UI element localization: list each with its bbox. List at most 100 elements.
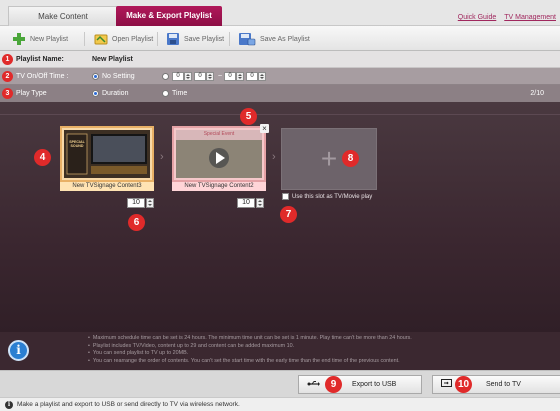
use-tv-slot-checkbox[interactable] [282,193,289,200]
send-tv-label: Send to TV [486,381,521,388]
info-icon: i [5,400,13,409]
on-hour-field[interactable]: 0 [172,71,184,81]
marker-1: 1 [2,53,13,65]
no-setting-radio[interactable] [92,72,99,80]
action-bar: 9 Export to USB 10 Send to TV [0,370,560,397]
marker-8: 8 [342,150,359,167]
playlist-slot-1[interactable]: SPECIAL SOUND New TVSignage Content3 [60,126,154,191]
duration-field[interactable]: 10 [127,198,145,208]
playlist-area: 4 SPECIAL SOUND New TVSignage Content3 › [0,102,560,332]
save-disk-icon [166,32,180,46]
duration-spinner[interactable] [256,198,264,208]
close-icon[interactable]: × [260,124,269,133]
add-content-slot[interactable]: + [281,128,377,190]
tab-make-export-playlist[interactable]: Make & Export Playlist [116,6,222,26]
tv-onoff-label: TV On/Off Time : [16,72,69,80]
thumbnail-title: Special Event [203,131,235,137]
quick-guide-link[interactable]: Quick Guide [458,14,497,21]
save-playlist-label: Save Playlist [184,35,225,43]
slot-thumbnail-frame: SPECIAL SOUND [60,126,154,182]
divider [0,114,560,115]
toolbar-divider [229,32,230,46]
time-setting-radio[interactable] [162,72,169,80]
off-minute-field[interactable]: 0 [246,71,259,81]
on-minute-spinner[interactable] [206,71,214,81]
info-line: You can send playlist to TV up to 20MB. [88,350,412,358]
content-count: 2/10 [530,90,544,97]
open-folder-icon [94,32,108,46]
time-separator: ~ [218,72,223,80]
playlist-name-value[interactable]: New Playlist [92,56,133,63]
slot-2-duration: 10 [237,198,266,208]
info-line: You can rearrange the order of contents.… [88,358,412,366]
save-as-playlist-button[interactable]: Save As Playlist [238,31,310,47]
info-line: Maximum schedule time can be set is 24 h… [88,335,412,343]
duration-field[interactable]: 10 [237,198,255,208]
thumbnail-title: SPECIAL SOUND [69,140,85,148]
info-line: Playlist includes TV/Video, content up t… [88,343,412,351]
save-as-icon [238,32,256,46]
tv-send-icon [441,379,455,390]
open-playlist-button[interactable]: Open Playlist [94,31,153,47]
status-text: Make a playlist and export to USB or sen… [17,401,240,408]
slot-1-duration: 10 [127,198,156,208]
plus-icon: + [320,143,338,174]
slot-caption: New TVSignage Content3 [60,182,154,191]
new-playlist-label: New Playlist [30,35,69,43]
off-minute-spinner[interactable] [258,71,267,81]
open-playlist-label: Open Playlist [112,35,154,43]
plus-icon [12,32,26,46]
no-setting-label: No Setting [102,72,135,80]
playlist-name-label: Playlist Name: [16,55,64,63]
duration-radio[interactable] [92,90,99,97]
use-tv-slot-option[interactable]: Use this slot as TV/Movie play [282,193,372,200]
tab-make-content[interactable]: Make Content [8,6,118,26]
tab-bar: Make Content Make & Export Playlist Quic… [0,0,560,26]
off-hour-field[interactable]: 0 [224,71,237,81]
send-tv-button[interactable]: 10 Send to TV [432,375,560,394]
tv-onoff-row: 2 TV On/Off Time : No Setting 0 0 ~ 0 0 [0,68,560,85]
duration-spinner[interactable] [146,198,154,208]
use-tv-slot-label: Use this slot as TV/Movie play [292,193,373,200]
playlist-slot-2[interactable]: Special Event New TVSignage Content2 [172,126,266,191]
status-bar: i Make a playlist and export to USB or s… [0,397,560,411]
slot-caption: New TVSignage Content2 [172,182,266,191]
marker-7: 7 [280,206,297,223]
top-links: Quick Guide TV Management [452,14,556,21]
on-minute-field[interactable]: 0 [194,71,206,81]
usb-icon [307,380,325,390]
time-label: Time [172,90,188,97]
info-icon: i [8,340,29,361]
marker-3: 3 [2,88,13,99]
save-as-playlist-label: Save As Playlist [260,35,310,43]
chevron-right-icon: › [160,151,164,163]
new-playlist-button[interactable]: New Playlist [12,31,68,47]
info-panel: i Maximum schedule time can be set is 24… [0,332,560,370]
time-radio[interactable] [162,90,169,97]
marker-10: 10 [455,376,472,393]
off-hour-spinner[interactable] [236,71,245,81]
playlist-name-row: 1 Playlist Name: New Playlist [0,51,560,68]
play-type-label: Play Type [16,90,47,97]
content-thumbnail: Special Event [176,130,262,178]
toolbar: New Playlist Open Playlist Save Playlist… [0,26,560,51]
save-playlist-button[interactable]: Save Playlist [166,31,224,47]
play-type-row: 3 Play Type Duration Time 2/10 [0,85,560,102]
export-usb-button[interactable]: 9 Export to USB [298,375,422,394]
marker-2: 2 [2,70,13,82]
on-hour-spinner[interactable] [184,71,192,81]
toolbar-divider [84,32,85,46]
toolbar-divider [157,32,158,46]
export-usb-label: Export to USB [352,381,397,388]
marker-9: 9 [325,376,342,393]
chevron-right-icon: › [272,151,276,163]
marker-6: 6 [128,214,145,231]
tv-management-link[interactable]: TV Management [504,14,556,21]
duration-label: Duration [102,90,129,97]
playlist-settings: 1 Playlist Name: New Playlist 2 TV On/Of… [0,51,560,102]
slot-thumbnail-frame: Special Event [172,126,266,182]
info-list: Maximum schedule time can be set is 24 h… [88,335,412,365]
marker-5: 5 [240,108,257,125]
marker-4: 4 [34,149,51,166]
content-thumbnail: SPECIAL SOUND [64,130,150,178]
